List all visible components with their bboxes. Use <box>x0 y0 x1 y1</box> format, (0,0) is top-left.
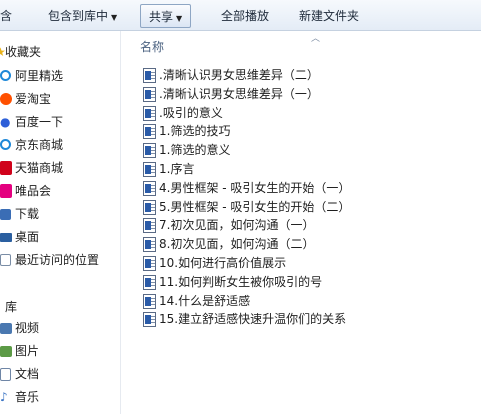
word-document-icon <box>143 143 156 158</box>
tmall-icon <box>0 161 12 175</box>
sort-ascending-icon: ︿ <box>311 34 321 44</box>
file-list-pane: ︿ 名称 .清晰认识男女思维差异（二） .清晰认识男女思维差异（一） .吸引的意义 1… <box>121 31 481 414</box>
recent-places-icon <box>0 254 11 266</box>
nav-item-label: 阿里精选 <box>15 69 64 83</box>
desktop-icon <box>0 233 12 242</box>
nav-item-label: 视频 <box>15 321 40 335</box>
nav-item-label: 天猫商城 <box>15 161 64 175</box>
word-document-icon <box>143 294 156 309</box>
taobao-icon <box>0 93 12 105</box>
nav-item-baidu[interactable]: ● 百度一下 <box>0 111 120 133</box>
word-document-icon <box>143 181 156 196</box>
nav-item-label: 爱淘宝 <box>15 92 52 106</box>
libraries-header-label: 库 <box>5 300 18 314</box>
word-document-icon <box>143 256 156 271</box>
file-name: 14.什么是舒适感 <box>159 294 251 308</box>
file-name: 4.男性框架 - 吸引女生的开始（一） <box>159 181 351 195</box>
word-document-icon <box>143 87 156 102</box>
word-document-icon <box>143 312 156 327</box>
dropdown-arrow-icon: ▼ <box>111 13 118 22</box>
nav-item-videos[interactable]: 视频 <box>0 317 120 339</box>
music-library-icon: ♪ <box>0 390 8 404</box>
nav-item-label: 下载 <box>15 207 40 221</box>
file-name: .清晰认识男女思维差异（二） <box>159 68 319 82</box>
nav-item-tmall[interactable]: 天猫商城 <box>0 157 120 179</box>
nav-item-music[interactable]: ♪ 音乐 <box>0 386 120 408</box>
command-bar: 含 包含到库中 ▼ 共享 ▼ 全部播放 新建文件夹 <box>0 0 481 31</box>
new-folder-button[interactable]: 新建文件夹 <box>299 4 359 28</box>
file-name: .吸引的意义 <box>159 106 223 120</box>
word-document-icon <box>143 237 156 252</box>
play-all-label: 全部播放 <box>221 9 270 23</box>
share-label: 共享 <box>149 10 174 24</box>
ie-icon <box>0 70 11 81</box>
file-name: 7.初次见面，如何沟通（一） <box>159 218 315 232</box>
column-header-label: 名称 <box>140 40 165 54</box>
navigation-pane: ★ 收藏夹 阿里精选 爱淘宝 ● 百度一下 京东商城 天猫商城 唯品会 下载 桌… <box>0 31 121 414</box>
include-in-library-label: 包含到库中 <box>48 9 109 23</box>
ie-icon <box>0 139 11 150</box>
nav-item-desktop[interactable]: 桌面 <box>0 226 120 248</box>
include-in-library-button[interactable]: 包含到库中 ▼ <box>48 4 117 28</box>
favorites-header-label: 收藏夹 <box>5 45 42 59</box>
nav-item-label: 图片 <box>15 344 40 358</box>
word-document-icon <box>143 275 156 290</box>
nav-item-vip[interactable]: 唯品会 <box>0 180 120 202</box>
file-name: 11.如何判断女生被你吸引的号 <box>159 275 323 289</box>
nav-item-label: 桌面 <box>15 230 40 244</box>
nav-item-label: 京东商城 <box>15 138 64 152</box>
nav-item-aitaobao[interactable]: 爱淘宝 <box>0 88 120 110</box>
nav-item-label: 音乐 <box>15 390 40 404</box>
nav-item-recent-places[interactable]: 最近访问的位置 <box>0 249 120 271</box>
word-document-icon <box>143 124 156 139</box>
play-all-button[interactable]: 全部播放 <box>221 4 269 28</box>
nav-item-pictures[interactable]: 图片 <box>0 340 120 362</box>
baidu-paw-icon: ● <box>0 115 11 129</box>
nav-item-label: 百度一下 <box>15 115 64 129</box>
word-document-icon <box>143 218 156 233</box>
file-name: 5.男性框架 - 吸引女生的开始（二） <box>159 200 351 214</box>
share-button[interactable]: 共享 ▼ <box>140 4 192 28</box>
nav-item-documents[interactable]: 文档 <box>0 363 120 385</box>
word-document-icon <box>143 106 156 121</box>
file-name: 1.筛选的技巧 <box>159 124 231 138</box>
file-name: .清晰认识男女思维差异（一） <box>159 87 319 101</box>
nav-item-label: 文档 <box>15 367 40 381</box>
file-name: 1.序言 <box>159 162 195 176</box>
nav-item-label: 唯品会 <box>15 184 52 198</box>
pictures-library-icon <box>0 346 12 357</box>
nav-item-downloads[interactable]: 下载 <box>0 203 120 225</box>
nav-item-jd[interactable]: 京东商城 <box>0 134 120 156</box>
nav-item-label: 最近访问的位置 <box>15 253 100 267</box>
word-document-icon <box>143 200 156 215</box>
column-header-name[interactable]: 名称 <box>140 38 164 55</box>
word-document-icon <box>143 68 156 83</box>
file-name: 8.初次见面，如何沟通（二） <box>159 237 315 251</box>
nav-item-alibaba[interactable]: 阿里精选 <box>0 65 120 87</box>
organize-button[interactable]: 含 <box>0 4 12 28</box>
file-name: 10.如何进行高价值展示 <box>159 256 287 270</box>
documents-library-icon <box>0 368 11 381</box>
new-folder-label: 新建文件夹 <box>299 9 360 23</box>
organize-label: 含 <box>0 9 13 23</box>
video-library-icon <box>0 323 12 334</box>
file-name: 1.筛选的意义 <box>159 143 231 157</box>
word-document-icon <box>143 162 156 177</box>
vip-icon <box>0 184 12 198</box>
download-folder-icon <box>0 209 11 220</box>
dropdown-arrow-icon: ▼ <box>176 14 183 23</box>
file-name: 15.建立舒适感快速升温你们的关系 <box>159 312 347 326</box>
